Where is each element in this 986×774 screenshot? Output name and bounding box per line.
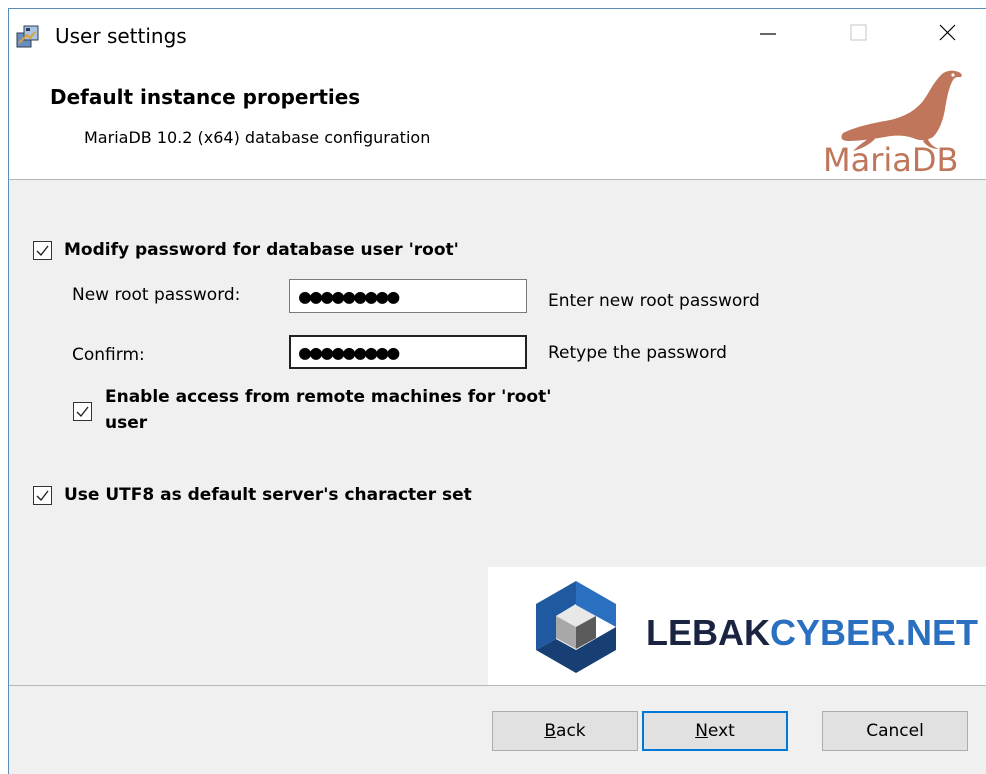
watermark-text: LEBAKCYBER.NET: [646, 612, 979, 653]
confirm-label: Confirm:: [72, 345, 145, 365]
back-button[interactable]: Back: [492, 711, 638, 751]
next-mnemonic: N: [695, 721, 708, 741]
new-password-hint: Enter new root password: [548, 291, 760, 311]
installer-window: User settings Default instance propertie…: [8, 8, 986, 774]
confirm-hint: Retype the password: [548, 343, 727, 363]
remote-access-checkbox[interactable]: [73, 402, 92, 421]
maximize-icon[interactable]: [829, 9, 889, 55]
modify-password-label: Modify password for database user 'root': [64, 240, 459, 260]
checkmark-icon: [76, 406, 89, 418]
title-bar: User settings: [9, 9, 986, 55]
remote-access-label-line1: Enable access from remote machines for '…: [105, 387, 552, 407]
utf8-checkbox[interactable]: [33, 486, 52, 505]
watermark-banner: LEBAKCYBER.NET: [488, 567, 986, 685]
confirm-password-input[interactable]: ●●●●●●●●●: [289, 335, 527, 369]
window-title: User settings: [55, 24, 187, 48]
cancel-button[interactable]: Cancel: [822, 711, 968, 751]
checkmark-icon: [36, 490, 49, 502]
back-mnemonic: B: [544, 721, 557, 741]
utf8-label: Use UTF8 as default server's character s…: [64, 485, 472, 505]
close-icon[interactable]: [915, 9, 975, 55]
next-button[interactable]: Next: [642, 711, 788, 751]
modify-password-checkbox[interactable]: [33, 241, 52, 260]
page-title: Default instance properties: [50, 85, 361, 109]
installer-icon: [16, 25, 39, 48]
remote-access-label-line2: user: [105, 413, 148, 433]
footer-divider: [9, 685, 986, 686]
new-password-input[interactable]: ●●●●●●●●●: [289, 279, 527, 313]
mariadb-logo: MariaDB: [823, 70, 962, 179]
page-subtitle: MariaDB 10.2 (x64) database configuratio…: [84, 128, 431, 147]
new-password-label: New root password:: [72, 285, 241, 305]
watermark-logo-icon: [536, 581, 616, 673]
wizard-header: Default instance properties MariaDB 10.2…: [9, 55, 986, 180]
minimize-icon[interactable]: [736, 9, 796, 55]
logo-text: MariaDB: [823, 141, 958, 179]
checkmark-icon: [36, 245, 49, 257]
